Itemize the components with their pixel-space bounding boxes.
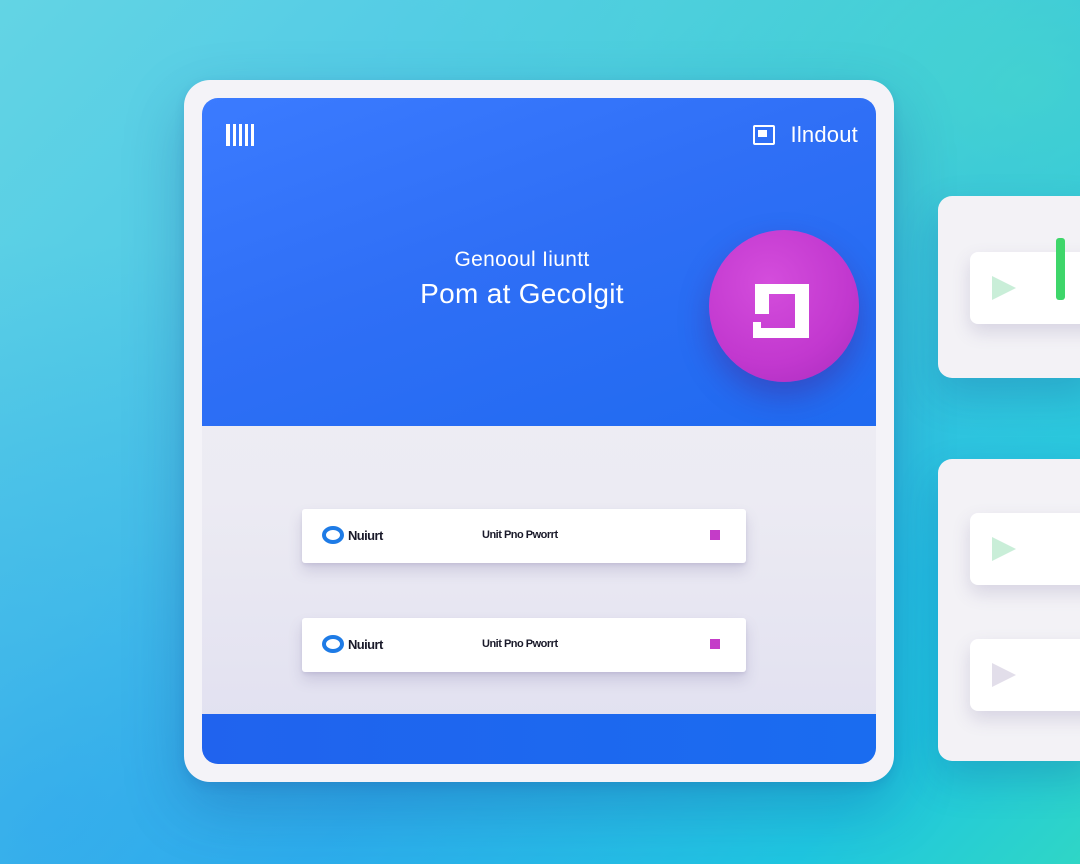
- play-tile[interactable]: [970, 513, 1080, 585]
- play-tile[interactable]: [970, 639, 1080, 711]
- list-item-name: Nuiurt: [348, 637, 383, 652]
- progress-indicator: [1056, 238, 1065, 300]
- status-square-icon: [710, 639, 720, 649]
- square-frame-icon: [753, 284, 809, 338]
- radio-icon[interactable]: [322, 526, 344, 544]
- hero-title: Genooul Iiuntt Pom at Gecolgit: [322, 248, 722, 310]
- menu-bars-icon[interactable]: [226, 124, 254, 146]
- list-item-meta: Unit Pno Pworrt: [482, 638, 558, 650]
- account-button[interactable]: Ilndout: [752, 122, 858, 148]
- play-icon: [992, 276, 1016, 300]
- play-icon: [992, 537, 1016, 561]
- play-icon: [992, 663, 1016, 687]
- list-item[interactable]: Nuiurt Unit Pno Pworrt: [302, 509, 746, 563]
- status-square-icon: [710, 530, 720, 540]
- list-item-meta: Unit Pno Pworrt: [482, 529, 558, 541]
- account-label: Ilndout: [790, 122, 858, 147]
- footer-bar: [202, 714, 876, 764]
- list-item[interactable]: Nuiurt Unit Pno Pworrt: [302, 618, 746, 672]
- hero-subtitle: Genooul Iiuntt: [454, 248, 590, 271]
- action-fab-button[interactable]: [709, 230, 859, 382]
- hero-heading: Pom at Gecolgit: [420, 278, 624, 309]
- main-window: Ilndout Genooul Iiuntt Pom at Gecolgit N…: [184, 80, 894, 782]
- side-card-bottom: [938, 459, 1080, 761]
- radio-icon[interactable]: [322, 635, 344, 653]
- side-card-top: [938, 196, 1080, 378]
- hero-banner: Ilndout Genooul Iiuntt Pom at Gecolgit: [202, 98, 876, 426]
- window-content: Ilndout Genooul Iiuntt Pom at Gecolgit N…: [202, 98, 876, 764]
- window-icon: [752, 125, 775, 145]
- list-item-name: Nuiurt: [348, 528, 383, 543]
